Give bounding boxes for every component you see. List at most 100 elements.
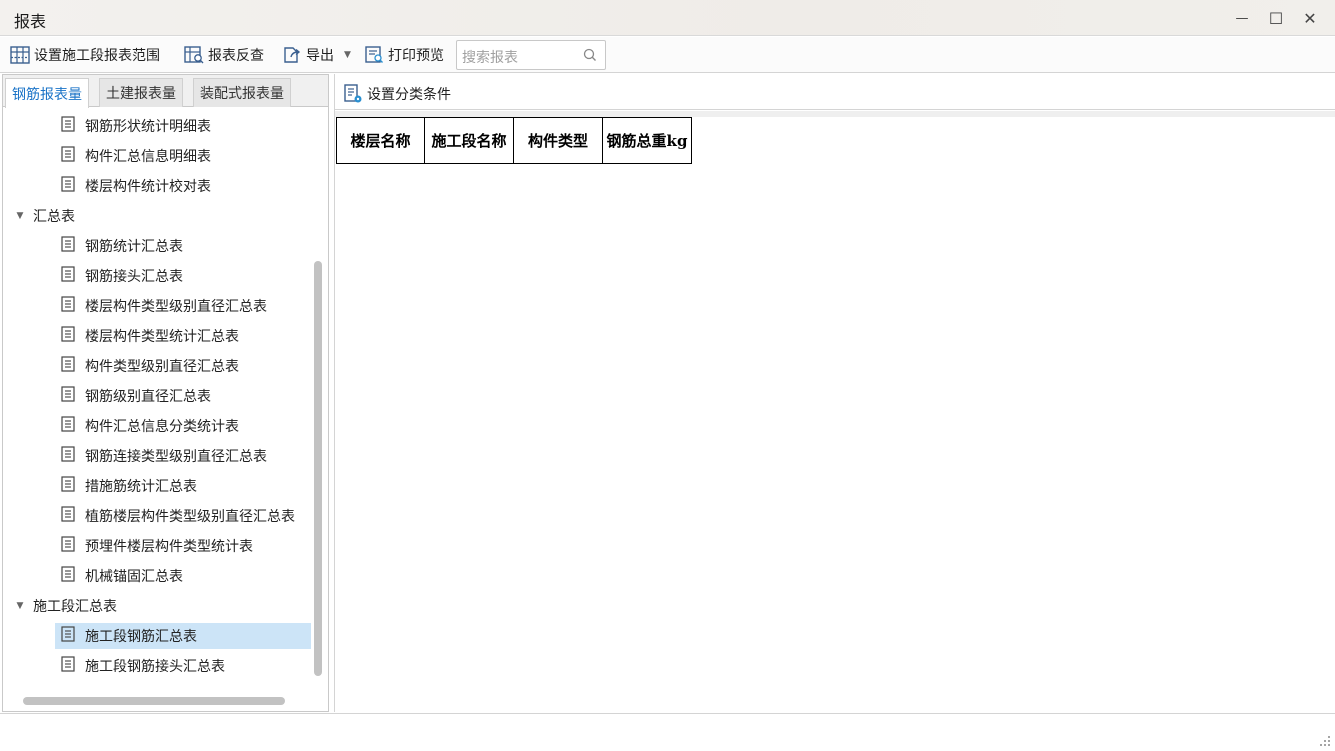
tab-prefab-report[interactable]: 装配式报表量 <box>193 78 291 107</box>
document-icon <box>61 266 75 286</box>
minimize-button[interactable]: — <box>1228 6 1256 30</box>
report-list-panel: 钢筋报表量 土建报表量 装配式报表量 钢筋形状统计明细表 构件汇总信息明细表 楼… <box>2 74 329 712</box>
tree-item[interactable]: 楼层构件类型统计汇总表 <box>55 323 311 349</box>
toolbar: 设置施工段报表范围 报表反查 导出 ▼ 打印预览 搜索报表 <box>0 37 1335 73</box>
tree-group-label: 汇总表 <box>33 209 75 225</box>
document-icon <box>61 146 75 166</box>
reverse-check-button[interactable]: 报表反查 <box>184 43 264 67</box>
tree-item-label: 构件类型级别直径汇总表 <box>85 359 239 375</box>
document-icon <box>61 356 75 376</box>
export-label: 导出 <box>306 48 334 64</box>
export-icon <box>284 47 301 63</box>
tree-item-label: 植筋楼层构件类型级别直径汇总表 <box>85 509 295 525</box>
report-preview-panel: 设置分类条件 楼层名称 施工段名称 构件类型 钢筋总重kg <box>334 74 1335 712</box>
export-button[interactable]: 导出 ▼ <box>282 43 351 67</box>
tree-item-label: 楼层构件类型统计汇总表 <box>85 329 239 345</box>
tree-item-label: 施工段钢筋接头汇总表 <box>85 659 225 675</box>
document-icon <box>61 626 75 646</box>
tree-item[interactable]: 机械锚固汇总表 <box>55 563 311 589</box>
tree-item-label: 楼层构件统计校对表 <box>85 179 211 195</box>
set-category-button[interactable]: 设置分类条件 <box>343 82 451 106</box>
tree-item-label: 施工段钢筋汇总表 <box>85 629 197 645</box>
tree-item-label: 钢筋连接类型级别直径汇总表 <box>85 449 267 465</box>
column-header-stage: 施工段名称 <box>424 117 514 164</box>
tree-item[interactable]: 预埋件楼层构件类型统计表 <box>55 533 311 559</box>
close-icon: ✕ <box>1303 8 1317 28</box>
search-input[interactable]: 搜索报表 <box>456 40 606 70</box>
tab-label: 土建报表量 <box>106 86 176 102</box>
tree-item[interactable]: 楼层构件统计校对表 <box>55 173 311 199</box>
tree-item-selected[interactable]: 施工段钢筋汇总表 <box>55 623 311 649</box>
grid-range-icon <box>10 46 30 64</box>
tree-item-label: 机械锚固汇总表 <box>85 569 183 585</box>
tree-item-label: 钢筋形状统计明细表 <box>85 119 211 135</box>
vertical-scrollbar[interactable] <box>314 261 322 676</box>
document-icon <box>61 476 75 496</box>
tree-item[interactable]: 措施筋统计汇总表 <box>55 473 311 499</box>
tree-item-label: 钢筋接头汇总表 <box>85 269 183 285</box>
reverse-check-label: 报表反查 <box>208 48 264 64</box>
tab-label: 装配式报表量 <box>200 86 284 102</box>
title-bar: 报表 — ☐ ✕ <box>0 0 1335 36</box>
tree-group-summary[interactable]: ▼ 汇总表 <box>13 203 75 229</box>
tree-group-construction-stage[interactable]: ▼ 施工段汇总表 <box>13 593 117 619</box>
column-header-component-type: 构件类型 <box>513 117 603 164</box>
table-header-row: 楼层名称 施工段名称 构件类型 钢筋总重kg <box>336 117 692 164</box>
document-icon <box>61 296 75 316</box>
column-header-floor: 楼层名称 <box>336 117 425 164</box>
set-range-label: 设置施工段报表范围 <box>34 48 160 64</box>
tree-item[interactable]: 钢筋接头汇总表 <box>55 263 311 289</box>
tab-rebar-report[interactable]: 钢筋报表量 <box>5 78 89 108</box>
search-icon[interactable] <box>583 48 597 62</box>
caret-down-icon[interactable]: ▼ <box>13 601 27 611</box>
window-title: 报表 <box>14 12 47 31</box>
document-icon <box>61 536 75 556</box>
document-icon <box>61 446 75 466</box>
report-table: 楼层名称 施工段名称 构件类型 钢筋总重kg <box>336 117 692 164</box>
tree-item[interactable]: 钢筋形状统计明细表 <box>55 113 311 139</box>
maximize-button[interactable]: ☐ <box>1262 6 1290 30</box>
print-preview-button[interactable]: 打印预览 <box>364 43 444 67</box>
tree-group-label: 施工段汇总表 <box>33 599 117 615</box>
tree-item[interactable]: 楼层构件类型级别直径汇总表 <box>55 293 311 319</box>
report-preview-toolbar: 设置分类条件 <box>335 74 1335 110</box>
document-icon <box>61 236 75 256</box>
document-icon <box>61 176 75 196</box>
tree-item[interactable]: 构件汇总信息分类统计表 <box>55 413 311 439</box>
document-icon <box>61 506 75 526</box>
set-range-button[interactable]: 设置施工段报表范围 <box>10 43 160 67</box>
tree-item[interactable]: 钢筋连接类型级别直径汇总表 <box>55 443 311 469</box>
document-icon <box>61 386 75 406</box>
close-button[interactable]: ✕ <box>1296 6 1324 30</box>
table-search-icon <box>184 46 204 64</box>
tab-civil-report[interactable]: 土建报表量 <box>99 78 183 107</box>
column-header-total-weight: 钢筋总重kg <box>602 117 692 164</box>
report-tree: 钢筋形状统计明细表 构件汇总信息明细表 楼层构件统计校对表 ▼ 汇总表 钢筋统计汇… <box>3 108 313 678</box>
chevron-down-icon[interactable]: ▼ <box>344 50 351 60</box>
tree-item[interactable]: 钢筋统计汇总表 <box>55 233 311 259</box>
status-bar <box>0 713 1335 751</box>
tree-item[interactable]: 植筋楼层构件类型级别直径汇总表 <box>55 503 311 529</box>
document-icon <box>61 656 75 676</box>
document-icon <box>61 416 75 436</box>
tab-label: 钢筋报表量 <box>12 86 82 103</box>
tree-item-label: 构件汇总信息明细表 <box>85 149 211 165</box>
tree-item-label: 预埋件楼层构件类型统计表 <box>85 539 253 555</box>
print-preview-icon <box>365 46 383 63</box>
report-tabs: 钢筋报表量 土建报表量 装配式报表量 <box>3 75 328 108</box>
tree-item[interactable]: 钢筋级别直径汇总表 <box>55 383 311 409</box>
tree-item-label: 钢筋级别直径汇总表 <box>85 389 211 405</box>
tree-item[interactable]: 构件类型级别直径汇总表 <box>55 353 311 379</box>
caret-down-icon[interactable]: ▼ <box>13 211 27 221</box>
tree-item-label: 措施筋统计汇总表 <box>85 479 197 495</box>
document-icon <box>61 326 75 346</box>
tree-item[interactable]: 构件汇总信息明细表 <box>55 143 311 169</box>
tree-item-label: 楼层构件类型级别直径汇总表 <box>85 299 267 315</box>
print-preview-label: 打印预览 <box>388 48 444 64</box>
tree-item[interactable]: 施工段钢筋接头汇总表 <box>55 653 311 678</box>
horizontal-scrollbar[interactable] <box>23 697 285 705</box>
document-icon <box>61 566 75 586</box>
resize-grip-icon[interactable] <box>1319 735 1331 747</box>
tree-item-label: 构件汇总信息分类统计表 <box>85 419 239 435</box>
search-placeholder: 搜索报表 <box>462 50 518 66</box>
